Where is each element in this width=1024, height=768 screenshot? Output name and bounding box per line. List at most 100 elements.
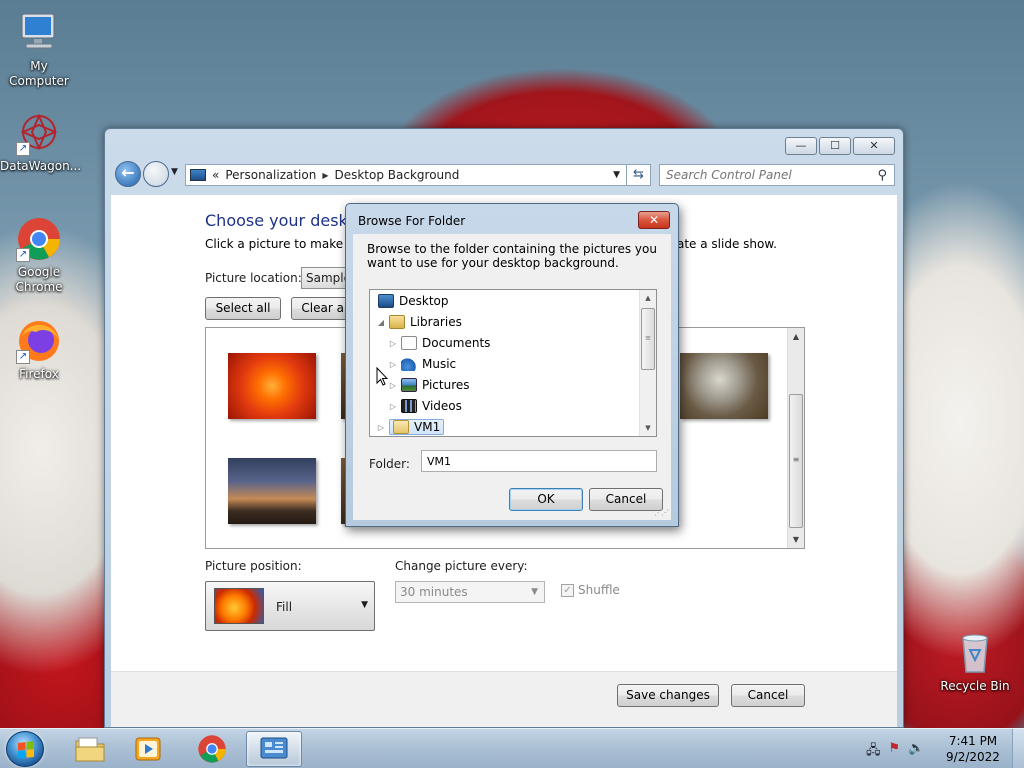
breadcrumb-overflow[interactable]: «	[212, 168, 219, 182]
picture-thumbnail[interactable]	[228, 458, 316, 524]
taskbar-control-panel[interactable]	[246, 731, 302, 767]
dialog-close-button[interactable]: ✕	[638, 211, 670, 229]
picture-position-select[interactable]: Fill ▼	[205, 581, 375, 631]
desktop-icon-label: My Computer	[9, 59, 69, 88]
refresh-icon: ⇆	[633, 167, 644, 182]
picture-thumbnail[interactable]	[228, 353, 316, 419]
picture-thumbnail[interactable]	[680, 353, 768, 419]
desktop-icon-datawagon[interactable]: ↗ DataWagon...	[0, 110, 81, 174]
scroll-up-icon[interactable]: ▲	[788, 328, 804, 345]
search-input[interactable]	[659, 164, 895, 186]
shuffle-option: ✓ Shuffle	[561, 583, 620, 597]
page-description-tail: ate a slide show.	[677, 237, 777, 251]
tree-item-desktop[interactable]: Desktop	[378, 291, 449, 311]
picture-position-value: Fill	[276, 600, 293, 614]
scroll-down-icon[interactable]: ▼	[788, 531, 804, 548]
tree-item-libraries[interactable]: ◢ Libraries	[376, 312, 462, 332]
tree-item-pictures[interactable]: ▷ Pictures	[388, 375, 470, 395]
back-arrow-icon: ←	[121, 163, 135, 182]
address-dropdown-icon[interactable]: ▼	[613, 170, 620, 180]
clock-time: 7:41 PM	[948, 734, 998, 748]
address-bar[interactable]: « Personalization ▶ Desktop Background ▼	[185, 164, 627, 186]
action-center-flag-icon[interactable]: ⚑	[889, 741, 901, 763]
window-footer: Save changes Cancel	[111, 671, 897, 727]
tree-item-label: Pictures	[422, 378, 470, 392]
chrome-icon	[198, 735, 226, 763]
volume-icon[interactable]: 🔈	[908, 741, 924, 763]
folder-icon	[75, 737, 105, 762]
cancel-button[interactable]: Cancel	[731, 684, 805, 707]
tree-item-vm1[interactable]: ▷ VM1	[376, 417, 445, 436]
chrome-icon: ↗	[16, 216, 62, 262]
picture-grid-scrollbar[interactable]: ▲ ≡ ▼	[787, 328, 804, 548]
breadcrumb-personalization[interactable]: Personalization	[225, 168, 316, 182]
network-icon[interactable]: 🖧	[866, 741, 881, 763]
shortcut-arrow-icon: ↗	[16, 142, 30, 156]
tree-item-documents[interactable]: ▷ Documents	[388, 333, 490, 353]
dialog-description: Browse to the folder containing the pict…	[367, 242, 657, 270]
control-panel-icon	[190, 169, 206, 181]
search-icon[interactable]: ⚲	[877, 168, 887, 183]
desktop-icon-firefox[interactable]: ↗ Firefox	[0, 318, 78, 382]
media-player-icon	[135, 737, 161, 761]
refresh-button[interactable]: ⇆	[627, 164, 651, 186]
desktop-icon-my-computer[interactable]: My Computer	[0, 10, 78, 89]
pictures-icon	[401, 378, 417, 392]
taskbar-explorer[interactable]	[62, 731, 118, 767]
collapsed-arrow-icon[interactable]: ▷	[388, 402, 398, 411]
chevron-down-icon: ▼	[531, 587, 538, 597]
breadcrumb-desktop-background[interactable]: Desktop Background	[334, 168, 459, 182]
folder-field[interactable]	[421, 450, 657, 472]
datawagon-icon: ↗	[16, 110, 62, 156]
shuffle-label: Shuffle	[578, 583, 620, 597]
shortcut-arrow-icon: ↗	[16, 350, 30, 364]
tree-item-label: Libraries	[410, 315, 462, 329]
resize-grip-icon[interactable]: ⋰⋰	[654, 508, 669, 517]
system-clock[interactable]: 7:41 PM 9/2/2022	[940, 733, 1006, 765]
picture-position-label: Picture position:	[205, 559, 302, 573]
dialog-title: Browse For Folder	[358, 214, 466, 228]
select-all-button[interactable]: Select all	[205, 297, 281, 320]
start-button[interactable]	[6, 731, 44, 767]
breadcrumb-separator-icon[interactable]: ▶	[322, 171, 328, 180]
taskbar-chrome[interactable]	[184, 731, 240, 767]
close-button[interactable]: ✕	[853, 137, 895, 155]
minimize-button[interactable]: —	[785, 137, 817, 155]
firefox-icon: ↗	[16, 318, 62, 364]
tree-item-label: Videos	[422, 399, 462, 413]
navigation-bar: ← ▼ « Personalization ▶ Desktop Backgrou…	[113, 161, 895, 189]
recent-pages-dropdown-icon[interactable]: ▼	[171, 167, 178, 177]
mouse-cursor-icon	[376, 367, 388, 386]
taskbar-media-player[interactable]	[120, 731, 176, 767]
expanded-arrow-icon[interactable]: ◢	[376, 318, 386, 327]
tree-item-music[interactable]: ▷ Music	[388, 354, 456, 374]
folder-label: Folder:	[369, 457, 410, 471]
collapsed-arrow-icon[interactable]: ▷	[388, 381, 398, 390]
collapsed-arrow-icon[interactable]: ▷	[388, 360, 398, 369]
scrollbar-thumb[interactable]: ≡	[641, 308, 655, 370]
documents-icon	[401, 336, 417, 350]
show-desktop-button[interactable]	[1012, 729, 1024, 768]
clock-date: 9/2/2022	[946, 750, 1000, 764]
collapsed-arrow-icon[interactable]: ▷	[376, 423, 386, 432]
desktop-icon-recycle-bin[interactable]: Recycle Bin	[936, 630, 1014, 694]
save-changes-button[interactable]: Save changes	[617, 684, 719, 707]
desktop-icon-google-chrome[interactable]: ↗ Google Chrome	[0, 216, 78, 295]
scrollbar-thumb[interactable]: ≡	[789, 394, 803, 528]
taskbar: 🖧 ⚑ 🔈 7:41 PM 9/2/2022	[0, 728, 1024, 768]
tree-item-videos[interactable]: ▷ Videos	[388, 396, 462, 416]
scroll-up-icon[interactable]: ▲	[640, 290, 656, 306]
tree-selection-highlight: VM1	[389, 419, 445, 435]
position-preview-image	[214, 588, 264, 624]
scroll-down-icon[interactable]: ▼	[640, 420, 656, 436]
browse-for-folder-dialog: Browse For Folder ✕ Browse to the folder…	[345, 203, 679, 527]
dialog-body: Browse to the folder containing the pict…	[353, 234, 671, 520]
libraries-icon	[389, 315, 405, 329]
collapsed-arrow-icon[interactable]: ▷	[388, 339, 398, 348]
ok-button[interactable]: OK	[509, 488, 583, 511]
back-button[interactable]: ←	[115, 161, 141, 187]
maximize-button[interactable]: ☐	[819, 137, 851, 155]
folder-tree-scrollbar[interactable]: ▲ ≡ ▼	[639, 290, 656, 436]
dialog-cancel-button[interactable]: Cancel	[589, 488, 663, 511]
forward-button[interactable]	[143, 161, 169, 187]
